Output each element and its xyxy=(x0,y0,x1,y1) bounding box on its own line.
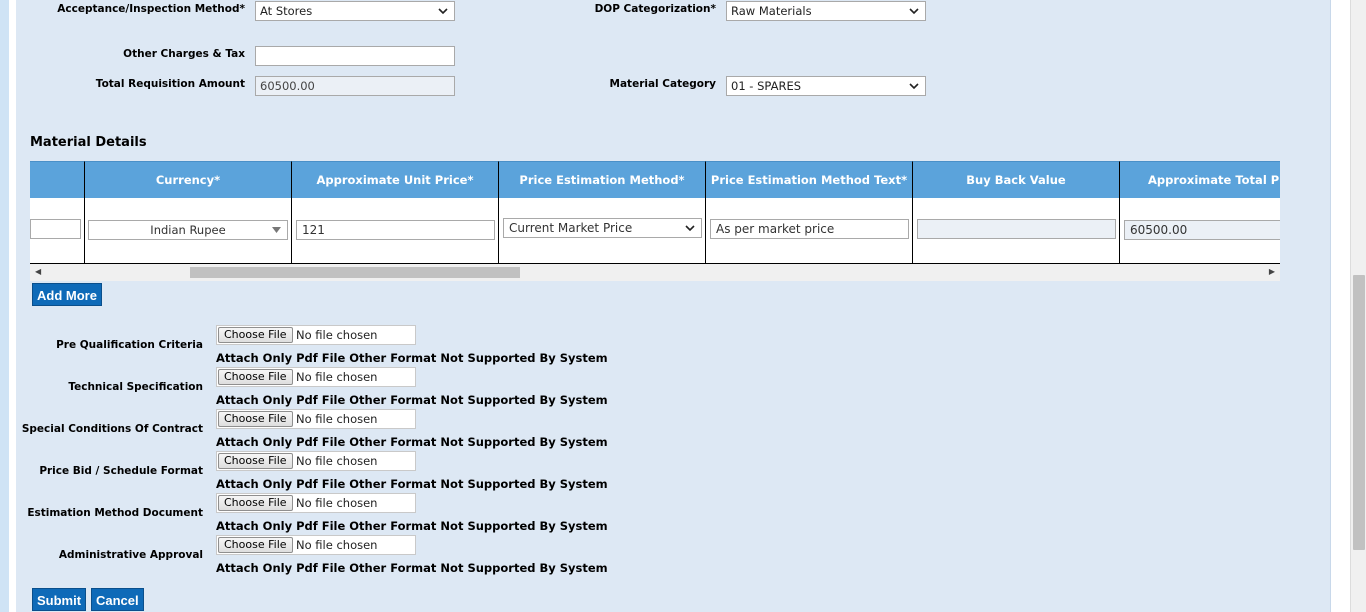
grid-col-row-select xyxy=(30,161,85,263)
grid-header-unit-price: Approximate Unit Price* xyxy=(292,161,499,198)
other-charges-label: Other Charges & Tax xyxy=(123,48,245,60)
form-panel xyxy=(16,0,1330,612)
currency-value: Indian Rupee xyxy=(150,223,226,237)
file-input[interactable]: Choose File No file chosen xyxy=(216,367,416,387)
cancel-button[interactable]: Cancel xyxy=(91,588,144,611)
grid-header-buy-back: Buy Back Value xyxy=(913,161,1120,198)
attachment-note: Attach Only Pdf File Other Format Not Su… xyxy=(216,477,608,491)
attachment-label: Special Conditions Of Contract xyxy=(21,423,203,435)
file-status: No file chosen xyxy=(296,412,378,426)
attachment-label: Price Bid / Schedule Format xyxy=(39,465,203,477)
caret-down-icon xyxy=(272,227,281,233)
chevron-down-icon xyxy=(438,8,448,15)
file-input[interactable]: Choose File No file chosen xyxy=(216,451,416,471)
grid-cell-unit-price: 121 xyxy=(292,198,499,263)
attachment-note: Attach Only Pdf File Other Format Not Su… xyxy=(216,351,608,365)
attachment-note: Attach Only Pdf File Other Format Not Su… xyxy=(216,561,608,575)
choose-file-button[interactable]: Choose File xyxy=(218,495,293,511)
total-price-input[interactable]: 60500.00 xyxy=(1124,220,1280,240)
acceptance-method-label: Acceptance/Inspection Method* xyxy=(57,3,245,15)
grid-header-currency: Currency* xyxy=(85,161,292,198)
grid-col-total-price: Approximate Total Price 60500.00 xyxy=(1120,161,1280,263)
attachment-label: Administrative Approval xyxy=(58,549,203,561)
grid-col-estimation-method: Price Estimation Method* Current Market … xyxy=(499,161,706,263)
grid-cell-buy-back xyxy=(913,198,1120,263)
material-category-select[interactable]: 01 - SPARES xyxy=(726,76,926,96)
attachment-label: Technical Specification xyxy=(68,381,203,393)
vertical-scrollbar[interactable] xyxy=(1350,0,1366,612)
currency-select[interactable]: Indian Rupee xyxy=(88,220,288,240)
file-input[interactable]: Choose File No file chosen xyxy=(216,325,416,345)
vertical-scrollbar-thumb[interactable] xyxy=(1353,275,1365,550)
scroll-left-icon[interactable]: ◀ xyxy=(35,267,41,276)
horizontal-scrollbar-thumb[interactable] xyxy=(190,267,520,278)
page-left-gap xyxy=(9,0,16,612)
chevron-down-icon xyxy=(685,225,695,232)
attachment-note: Attach Only Pdf File Other Format Not Su… xyxy=(216,435,608,449)
grid-header-total-price: Approximate Total Price xyxy=(1120,161,1280,198)
material-category-label: Material Category xyxy=(609,78,716,90)
chevron-down-icon xyxy=(909,8,919,15)
grid-cell-currency: Indian Rupee xyxy=(85,198,292,263)
page-left-border xyxy=(0,0,9,612)
file-status: No file chosen xyxy=(296,328,378,342)
material-details-grid: Currency* Indian Rupee Approximate Unit … xyxy=(30,161,1280,264)
attachment-label: Pre Qualification Criteria xyxy=(56,339,203,351)
attachment-note: Attach Only Pdf File Other Format Not Su… xyxy=(216,519,608,533)
choose-file-button[interactable]: Choose File xyxy=(218,369,293,385)
estimation-method-value: Current Market Price xyxy=(509,221,633,235)
choose-file-button[interactable]: Choose File xyxy=(218,537,293,553)
file-status: No file chosen xyxy=(296,454,378,468)
file-input[interactable]: Choose File No file chosen xyxy=(216,535,416,555)
other-charges-input[interactable] xyxy=(255,46,455,66)
grid-cell-estimation-method: Current Market Price xyxy=(499,198,706,263)
chevron-down-icon xyxy=(909,83,919,90)
panel-right-gap xyxy=(1330,0,1350,612)
add-more-button[interactable]: Add More xyxy=(32,283,102,306)
grid-header-blank xyxy=(30,161,85,198)
attachment-note: Attach Only Pdf File Other Format Not Su… xyxy=(216,393,608,407)
total-requisition-input[interactable]: 60500.00 xyxy=(255,76,455,96)
file-input[interactable]: Choose File No file chosen xyxy=(216,409,416,429)
grid-col-estimation-text: Price Estimation Method Text* As per mar… xyxy=(706,161,913,263)
choose-file-button[interactable]: Choose File xyxy=(218,327,293,343)
material-category-value: 01 - SPARES xyxy=(731,79,802,93)
acceptance-method-select[interactable]: At Stores xyxy=(255,1,455,21)
submit-button[interactable]: Submit xyxy=(32,588,87,611)
horizontal-scrollbar[interactable]: ◀ ▶ xyxy=(30,264,1280,281)
dop-categorization-value: Raw Materials xyxy=(731,4,812,18)
material-details-title: Material Details xyxy=(30,135,147,150)
file-status: No file chosen xyxy=(296,538,378,552)
choose-file-button[interactable]: Choose File xyxy=(218,453,293,469)
grid-col-unit-price: Approximate Unit Price* 121 xyxy=(292,161,499,263)
estimation-method-select[interactable]: Current Market Price xyxy=(503,218,702,238)
estimation-text-input[interactable]: As per market price xyxy=(710,219,909,239)
dop-categorization-select[interactable]: Raw Materials xyxy=(726,1,926,21)
grid-cell-blank xyxy=(30,198,85,263)
grid-col-buy-back: Buy Back Value xyxy=(913,161,1120,263)
acceptance-method-value: At Stores xyxy=(260,4,313,18)
grid-cell-total-price: 60500.00 xyxy=(1120,198,1280,263)
grid-cell-estimation-text: As per market price xyxy=(706,198,913,263)
file-input[interactable]: Choose File No file chosen xyxy=(216,493,416,513)
choose-file-button[interactable]: Choose File xyxy=(218,411,293,427)
row-text-input[interactable] xyxy=(30,219,81,239)
file-status: No file chosen xyxy=(296,370,378,384)
grid-header-estimation-text: Price Estimation Method Text* xyxy=(706,161,913,198)
buy-back-input[interactable] xyxy=(917,219,1116,239)
dop-categorization-label: DOP Categorization* xyxy=(594,3,716,15)
grid-header-estimation-method: Price Estimation Method* xyxy=(499,161,706,198)
file-status: No file chosen xyxy=(296,496,378,510)
attachment-label: Estimation Method Document xyxy=(27,507,203,519)
scroll-right-icon[interactable]: ▶ xyxy=(1269,267,1275,276)
unit-price-input[interactable]: 121 xyxy=(296,220,495,240)
total-requisition-label: Total Requisition Amount xyxy=(95,78,245,90)
grid-col-currency: Currency* Indian Rupee xyxy=(85,161,292,263)
